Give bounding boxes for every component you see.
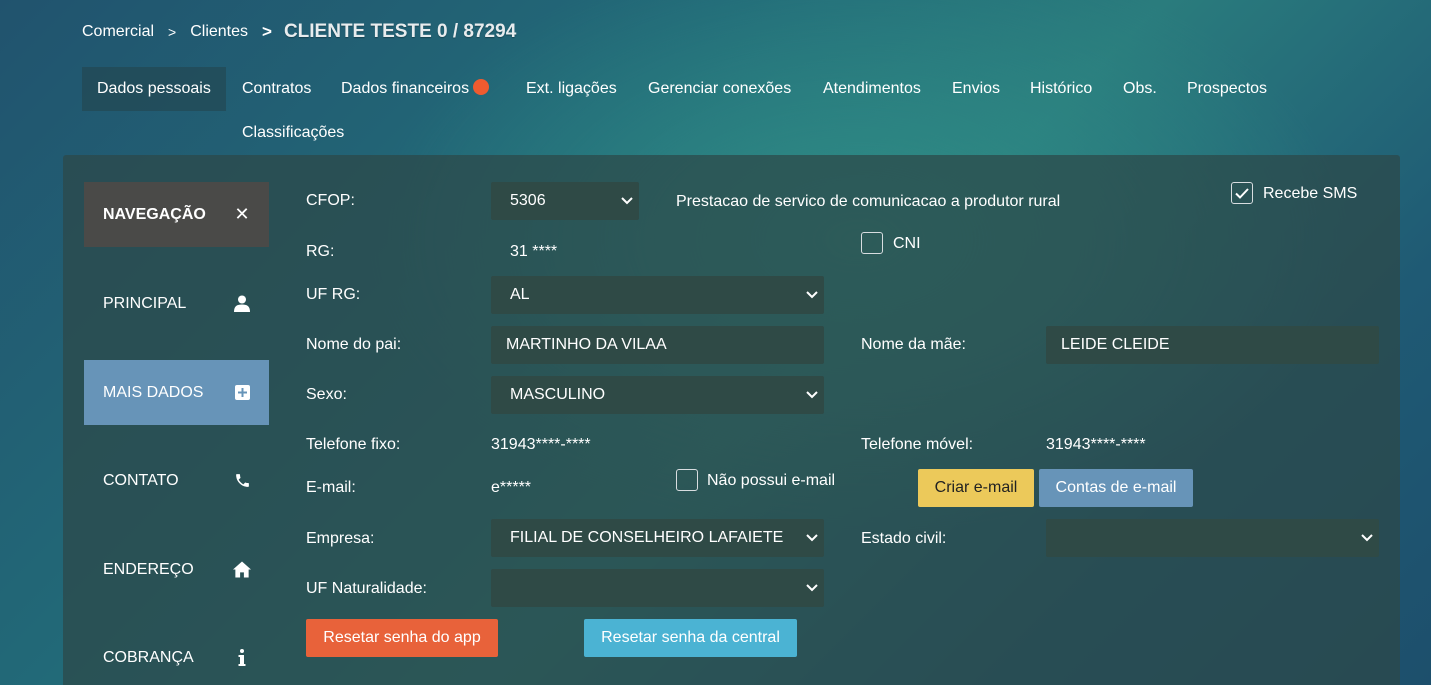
user-icon bbox=[233, 295, 251, 313]
cfop-select[interactable]: 5306 bbox=[491, 182, 639, 220]
chevron-down-icon bbox=[806, 569, 818, 607]
rg-label: RG: bbox=[306, 243, 335, 260]
breadcrumb-comercial[interactable]: Comercial bbox=[82, 23, 154, 41]
tab-ext-ligacoes[interactable]: Ext. ligações bbox=[511, 67, 632, 111]
sexo-label: Sexo: bbox=[306, 386, 347, 403]
tab-label: Contratos bbox=[242, 80, 312, 97]
tab-dados-pessoais[interactable]: Dados pessoais bbox=[82, 67, 226, 111]
breadcrumb-separator: > bbox=[168, 24, 177, 40]
tab-label: Atendimentos bbox=[823, 80, 921, 97]
tab-atendimentos[interactable]: Atendimentos bbox=[808, 67, 936, 111]
uf-rg-label: UF RG: bbox=[306, 286, 361, 303]
estado-civil-label: Estado civil: bbox=[861, 530, 947, 547]
tab-label: Gerenciar conexões bbox=[648, 80, 792, 97]
cfop-label: CFOP: bbox=[306, 192, 355, 209]
tab-label: Envios bbox=[952, 80, 1001, 97]
breadcrumb-separator: > bbox=[262, 22, 272, 41]
page-title: CLIENTE TESTE 0 / 87294 bbox=[283, 21, 517, 42]
home-icon bbox=[233, 561, 251, 579]
cfop-value: 5306 bbox=[510, 192, 546, 209]
close-icon[interactable]: ✕ bbox=[233, 204, 251, 224]
notification-badge bbox=[473, 79, 490, 95]
sexo-select[interactable]: MASCULINO bbox=[491, 376, 824, 414]
content-panel: NAVEGAÇÃO ✕ PRINCIPAL MAIS DADOS CONTATO… bbox=[63, 155, 1400, 685]
cni-label: CNI bbox=[893, 235, 921, 252]
nav-item-principal[interactable]: PRINCIPAL bbox=[84, 271, 269, 336]
uf-rg-value: AL bbox=[510, 286, 530, 303]
email-label: E-mail: bbox=[306, 479, 356, 496]
nav-item-mais-dados[interactable]: MAIS DADOS bbox=[84, 360, 269, 425]
plus-square-icon bbox=[233, 384, 251, 402]
breadcrumb-clientes[interactable]: Clientes bbox=[190, 23, 248, 41]
rg-value: 31 **** bbox=[510, 243, 558, 260]
cfop-description: Prestacao de servico de comunicacao a pr… bbox=[676, 193, 1061, 210]
chevron-down-icon bbox=[621, 182, 633, 220]
empresa-value: FILIAL DE CONSELHEIRO LAFAIETE bbox=[510, 529, 784, 546]
chevron-down-icon bbox=[806, 376, 818, 414]
telefone-fixo-value: 31943****-**** bbox=[491, 436, 591, 453]
chevron-down-icon bbox=[806, 276, 818, 314]
nome-pai-label: Nome do pai: bbox=[306, 336, 402, 353]
tab-classificacoes[interactable]: Classificações bbox=[227, 111, 359, 155]
tab-label: Classificações bbox=[242, 124, 345, 141]
nao-possui-email-label: Não possui e-mail bbox=[707, 472, 836, 489]
tab-label: Obs. bbox=[1123, 80, 1157, 97]
resetar-senha-central-button[interactable]: Resetar senha da central bbox=[584, 619, 797, 657]
empresa-label: Empresa: bbox=[306, 530, 375, 547]
nome-mae-input[interactable]: LEIDE CLEIDE bbox=[1046, 326, 1379, 364]
uf-naturalidade-label: UF Naturalidade: bbox=[306, 580, 427, 597]
recebe-sms-checkbox[interactable] bbox=[1231, 182, 1253, 204]
criar-email-button[interactable]: Criar e-mail bbox=[918, 469, 1034, 507]
nav-item-endereco[interactable]: ENDEREÇO bbox=[84, 537, 269, 602]
nav-item-cobranca[interactable]: COBRANÇA bbox=[84, 625, 269, 685]
email-value: e***** bbox=[491, 479, 532, 496]
nome-pai-input[interactable]: MARTINHO DA VILAA bbox=[491, 326, 824, 364]
empresa-select[interactable]: FILIAL DE CONSELHEIRO LAFAIETE bbox=[491, 519, 824, 557]
telefone-fixo-label: Telefone fixo: bbox=[306, 436, 401, 453]
tab-label: Histórico bbox=[1030, 80, 1093, 97]
tab-envios[interactable]: Envios bbox=[937, 67, 1015, 111]
contas-email-button[interactable]: Contas de e-mail bbox=[1039, 469, 1193, 507]
telefone-movel-value: 31943****-**** bbox=[1046, 436, 1146, 453]
tab-dados-financeiros[interactable]: Dados financeiros bbox=[326, 67, 504, 111]
tab-prospectos[interactable]: Prospectos bbox=[1172, 67, 1282, 111]
estado-civil-select[interactable] bbox=[1046, 519, 1379, 557]
info-icon bbox=[233, 649, 251, 667]
chevron-down-icon bbox=[1361, 519, 1373, 557]
nav-header: NAVEGAÇÃO ✕ bbox=[84, 182, 269, 247]
telefone-movel-label: Telefone móvel: bbox=[861, 436, 974, 453]
nav-item-label: ENDEREÇO bbox=[103, 560, 194, 578]
tab-label: Dados financeiros bbox=[341, 80, 470, 97]
tab-obs[interactable]: Obs. bbox=[1108, 67, 1172, 111]
nao-possui-email-checkbox[interactable] bbox=[676, 469, 698, 491]
tab-historico[interactable]: Histórico bbox=[1015, 67, 1107, 111]
cni-checkbox[interactable] bbox=[861, 232, 883, 254]
nav-item-contato[interactable]: CONTATO bbox=[84, 448, 269, 513]
uf-naturalidade-select[interactable] bbox=[491, 569, 824, 607]
nav-item-label: MAIS DADOS bbox=[103, 383, 204, 401]
tab-contratos[interactable]: Contratos bbox=[227, 67, 326, 111]
nav-header-label: NAVEGAÇÃO bbox=[103, 205, 206, 223]
nav-item-label: PRINCIPAL bbox=[103, 294, 187, 312]
chevron-down-icon bbox=[806, 519, 818, 557]
breadcrumb: Comercial > Clientes > CLIENTE TESTE 0 /… bbox=[82, 20, 516, 44]
recebe-sms-label: Recebe SMS bbox=[1263, 185, 1358, 202]
resetar-senha-app-button[interactable]: Resetar senha do app bbox=[306, 619, 498, 657]
tab-label: Ext. ligações bbox=[526, 80, 617, 97]
tab-gerenciar-conexoes[interactable]: Gerenciar conexões bbox=[633, 67, 806, 111]
nome-mae-label: Nome da mãe: bbox=[861, 336, 966, 353]
phone-icon bbox=[233, 472, 251, 490]
tab-label: Dados pessoais bbox=[97, 80, 211, 97]
nav-item-label: CONTATO bbox=[103, 471, 179, 489]
nav-item-label: COBRANÇA bbox=[103, 648, 194, 666]
sexo-value: MASCULINO bbox=[510, 386, 606, 403]
uf-rg-select[interactable]: AL bbox=[491, 276, 824, 314]
tab-label: Prospectos bbox=[1187, 80, 1268, 97]
